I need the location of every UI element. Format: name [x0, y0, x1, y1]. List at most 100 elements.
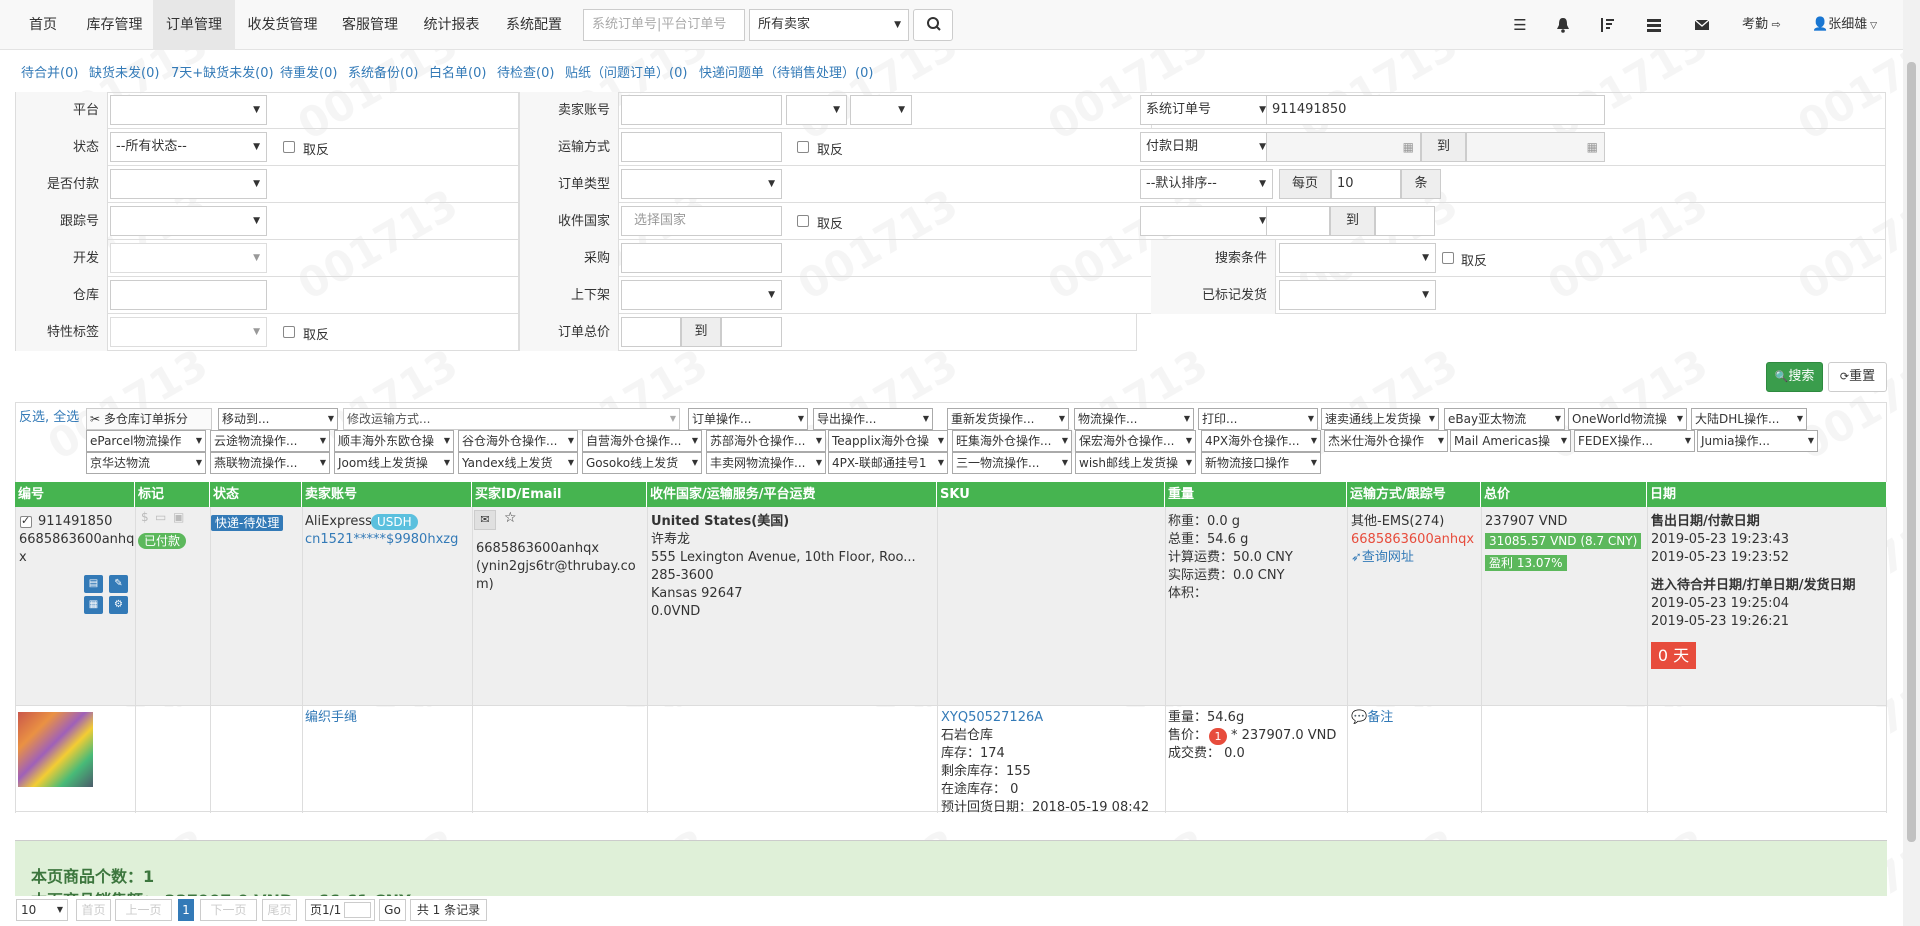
- quick-link-express-problem[interactable]: 快递问题单（待销售处理）(0): [699, 62, 873, 81]
- nav-reports[interactable]: 统计报表: [414, 0, 489, 50]
- developer-select[interactable]: ▼: [110, 243, 267, 273]
- ops-dropdown[interactable]: Yandex线上发货 ▼: [458, 452, 578, 474]
- nav-settings[interactable]: 系统配置: [494, 0, 574, 50]
- list-icon[interactable]: ☰: [1510, 15, 1530, 35]
- bell-icon[interactable]: [1553, 15, 1573, 35]
- shipping-invert-checkbox[interactable]: [797, 141, 809, 153]
- purchase-input[interactable]: [621, 243, 782, 273]
- total-to-input[interactable]: [721, 317, 782, 347]
- query-url-link[interactable]: ➶查询网址: [1351, 549, 1414, 567]
- search-condition-select[interactable]: ▼: [1279, 243, 1436, 273]
- tracking-number[interactable]: 6685863600anhqx: [1351, 531, 1474, 549]
- status-select[interactable]: --所有状态-- ▼: [110, 132, 267, 162]
- note-link[interactable]: 💬备注: [1351, 709, 1393, 727]
- range-field-select[interactable]: ▼: [1140, 206, 1273, 236]
- ops-dropdown[interactable]: 重新发货操作... ▼: [947, 408, 1069, 430]
- ops-dropdown[interactable]: 谷仓海外仓操作... ▼: [458, 430, 578, 452]
- seller-account-input[interactable]: [621, 95, 782, 125]
- ops-dropdown[interactable]: 旺集海外仓操作... ▼: [952, 430, 1072, 452]
- nav-shipping[interactable]: 收发货管理: [240, 0, 325, 50]
- page-jump-input[interactable]: [344, 902, 371, 918]
- last-page-button[interactable]: 尾页: [262, 899, 297, 921]
- star-icon[interactable]: ☆: [504, 510, 517, 526]
- ops-dropdown[interactable]: 京华达物流 ▼: [86, 452, 206, 474]
- total-from-input[interactable]: [621, 317, 681, 347]
- product-thumbnail[interactable]: [18, 712, 93, 787]
- ops-dropdown[interactable]: 打印... ▼: [1198, 408, 1318, 430]
- document-icon[interactable]: ▭: [155, 510, 166, 524]
- date-type-select[interactable]: 付款日期 ▼: [1140, 132, 1273, 162]
- page-1-button[interactable]: 1: [178, 899, 194, 921]
- nav-customer-service[interactable]: 客服管理: [330, 0, 410, 50]
- ops-dropdown[interactable]: 丰卖网物流操作... ▼: [706, 452, 826, 474]
- print-icon[interactable]: ▣: [173, 510, 184, 524]
- country-input[interactable]: 选择国家: [621, 206, 782, 236]
- quick-link-system-backup[interactable]: 系统备份(0): [348, 62, 418, 81]
- first-page-button[interactable]: 首页: [76, 899, 111, 921]
- warehouse-input[interactable]: [110, 280, 267, 310]
- calculator-icon[interactable]: ▦: [84, 596, 103, 614]
- nav-orders[interactable]: 订单管理: [153, 0, 235, 50]
- ops-dropdown[interactable]: eParcel物流操作 ▼: [86, 430, 206, 452]
- seller-account-link[interactable]: cn1521*****$9980hxzg: [305, 531, 458, 549]
- vertical-scrollbar[interactable]: [1903, 0, 1920, 926]
- date-from-input[interactable]: ▦: [1266, 132, 1421, 162]
- book-icon[interactable]: ▤: [84, 575, 103, 593]
- reset-button[interactable]: ⟳重置: [1828, 362, 1887, 392]
- condition-invert-checkbox[interactable]: [1442, 252, 1454, 264]
- shipping-method-input[interactable]: [621, 132, 782, 162]
- search-button[interactable]: [913, 9, 953, 41]
- sys-order-number-input[interactable]: 911491850: [1266, 95, 1605, 125]
- ops-dropdown[interactable]: 燕联物流操作... ▼: [210, 452, 330, 474]
- paid-select[interactable]: ▼: [110, 169, 267, 199]
- go-button[interactable]: Go: [379, 899, 406, 921]
- quick-link-pending-resend[interactable]: 待重发(0): [280, 62, 337, 81]
- sort-select[interactable]: --默认排序-- ▼: [1140, 169, 1273, 199]
- sys-order-type-select[interactable]: 系统订单号 ▼: [1140, 95, 1273, 125]
- gear-icon[interactable]: ⚙: [109, 596, 128, 614]
- listing-select[interactable]: ▼: [621, 280, 782, 310]
- tasks-icon[interactable]: [1644, 15, 1664, 35]
- ops-dropdown[interactable]: 订单操作... ▼: [688, 408, 808, 430]
- country-invert-checkbox[interactable]: [797, 215, 809, 227]
- nav-home[interactable]: 首页: [14, 0, 72, 50]
- quick-link-pending-check[interactable]: 待检查(0): [497, 62, 554, 81]
- ops-dropdown[interactable]: 速卖通线上发货操 ▼: [1321, 408, 1439, 430]
- envelope-icon[interactable]: ✉: [474, 510, 496, 530]
- ops-dropdown[interactable]: 物流操作... ▼: [1074, 408, 1194, 430]
- quick-link-whitelist[interactable]: 白名单(0): [429, 62, 486, 81]
- order-search-input[interactable]: 系统订单号|平台订单号: [583, 9, 745, 41]
- status-invert-checkbox[interactable]: [283, 141, 295, 153]
- quick-link-out-of-stock[interactable]: 缺货未发(0): [89, 62, 159, 81]
- ops-dropdown[interactable]: 杰米仕海外仓操作 ▼: [1324, 430, 1448, 452]
- dollar-icon[interactable]: $: [141, 510, 149, 524]
- ops-dropdown[interactable]: 导出操作... ▼: [813, 408, 933, 430]
- ops-dropdown[interactable]: 三一物流操作... ▼: [952, 452, 1072, 474]
- ops-dropdown[interactable]: 保宏海外仓操作... ▼: [1075, 430, 1196, 452]
- date-to-input[interactable]: ▦: [1466, 132, 1605, 162]
- edit-icon[interactable]: ✎: [109, 575, 128, 593]
- attendance-link[interactable]: 考勤 ⇨: [1742, 15, 1781, 35]
- seller-select[interactable]: 所有卖家 ▼: [749, 9, 909, 41]
- next-page-button[interactable]: 下一页: [200, 899, 257, 921]
- tag-invert-checkbox[interactable]: [283, 326, 295, 338]
- ops-dropdown[interactable]: Jumia操作... ▼: [1697, 430, 1818, 452]
- ops-dropdown[interactable]: 大陆DHL操作... ▼: [1691, 408, 1807, 430]
- modify-shipping-select[interactable]: 修改运输方式... ▼: [343, 408, 680, 430]
- ops-dropdown[interactable]: FEDEX操作... ▼: [1574, 430, 1695, 452]
- prev-page-button[interactable]: 上一页: [115, 899, 172, 921]
- ops-dropdown[interactable]: Mail Americas操 ▼: [1450, 430, 1571, 452]
- scrollbar-thumb[interactable]: [1907, 62, 1916, 842]
- ops-dropdown[interactable]: Teapplix海外仓操 ▼: [828, 430, 948, 452]
- search-submit-button[interactable]: 🔍搜索: [1766, 362, 1823, 392]
- ops-dropdown[interactable]: 4PX-联邮通挂号1 ▼: [828, 452, 948, 474]
- ops-dropdown[interactable]: Gosoko线上发货 ▼: [582, 452, 702, 474]
- per-page-input[interactable]: 10: [1331, 169, 1401, 199]
- page-size-select[interactable]: 10 ▼: [16, 899, 68, 921]
- ops-dropdown[interactable]: 云途物流操作... ▼: [210, 430, 330, 452]
- sku-link[interactable]: XYQ50527126A: [941, 709, 1043, 727]
- select-invert-all-links[interactable]: 反选, 全选: [19, 406, 79, 425]
- envelope-icon[interactable]: [1692, 15, 1712, 35]
- ops-dropdown[interactable]: Joom线上发货操 ▼: [334, 452, 454, 474]
- seller-select-b[interactable]: ▼: [850, 95, 912, 125]
